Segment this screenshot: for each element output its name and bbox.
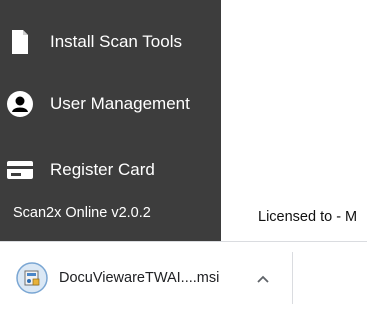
download-file-name: DocuViewareTWAI....msi bbox=[59, 270, 220, 286]
download-item[interactable]: DocuViewareTWAI....msi bbox=[0, 242, 292, 312]
divider bbox=[292, 252, 293, 304]
chevron-up-icon[interactable] bbox=[252, 268, 274, 290]
user-icon bbox=[6, 90, 34, 118]
main-content: Licensed to - M bbox=[221, 0, 367, 241]
sidebar: Install Scan Tools User Management Regis… bbox=[0, 0, 221, 241]
credit-card-icon bbox=[6, 156, 34, 184]
sidebar-item-register-card[interactable]: Register Card bbox=[0, 142, 221, 198]
sidebar-item-install-scan-tools[interactable]: Install Scan Tools bbox=[0, 14, 221, 70]
sidebar-item-label: User Management bbox=[50, 94, 190, 113]
license-text: Licensed to - M bbox=[258, 209, 358, 225]
download-bar: DocuViewareTWAI....msi bbox=[0, 241, 367, 312]
installer-package-icon bbox=[16, 262, 48, 294]
sidebar-item-user-management[interactable]: User Management bbox=[0, 76, 221, 132]
sidebar-item-label: Install Scan Tools bbox=[50, 32, 182, 51]
document-icon bbox=[6, 28, 34, 56]
app-version: Scan2x Online v2.0.2 bbox=[13, 205, 151, 221]
sidebar-item-label: Register Card bbox=[50, 160, 155, 179]
